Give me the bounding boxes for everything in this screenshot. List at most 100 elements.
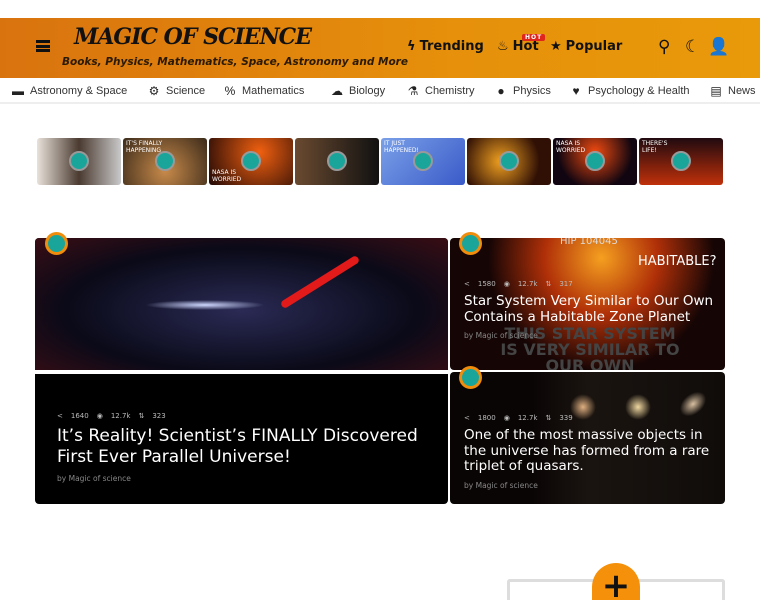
divider bbox=[35, 370, 448, 374]
category-label: Biology bbox=[349, 85, 386, 97]
votes-icon: ⇅ bbox=[545, 280, 552, 288]
avatar[interactable] bbox=[459, 366, 482, 389]
plus-icon[interactable]: + bbox=[592, 563, 640, 606]
post-card[interactable]: <1800 ◉ 12.7k ⇅ 339 One of the most massive … bbox=[450, 372, 725, 504]
gear-icon: ⚙ bbox=[148, 84, 160, 98]
nav-label: Hot bbox=[512, 39, 539, 54]
story-thumbnail[interactable] bbox=[295, 138, 379, 185]
category-astronomy[interactable]: ▬ Astronomy & Space bbox=[11, 84, 127, 98]
post-meta: <1800 ◉ 12.7k ⇅ 339 bbox=[464, 414, 719, 422]
logo-emblem-icon bbox=[499, 151, 519, 171]
post-content: <1580 ◉ 12.7k ⇅ 317 Star System Very Similar… bbox=[464, 280, 719, 340]
post-title[interactable]: Star System Very Similar to Our Own Cont… bbox=[464, 293, 719, 325]
nav-label: Popular bbox=[565, 39, 623, 54]
flame-icon: ♨ bbox=[497, 39, 509, 54]
category-mathematics[interactable]: % Mathematics bbox=[223, 84, 305, 98]
logo-emblem-icon bbox=[69, 151, 89, 171]
menu-icon[interactable] bbox=[36, 40, 50, 52]
category-label: Mathematics bbox=[242, 85, 305, 97]
by-label: by bbox=[57, 474, 67, 483]
view-count: 12.7k bbox=[110, 412, 131, 420]
story-thumbnail[interactable]: IT'S FINALLY HAPPENING bbox=[123, 138, 207, 185]
nav-label: Trending bbox=[419, 39, 484, 54]
flask-icon: ⚗ bbox=[407, 84, 419, 98]
view-count: 12.7k bbox=[517, 414, 538, 422]
share-icon: < bbox=[57, 412, 63, 420]
hot-badge: HOT bbox=[522, 34, 546, 41]
category-biology[interactable]: ☁ Biology bbox=[330, 84, 385, 98]
site-logo[interactable]: MAGIC OF SCIENCE bbox=[74, 24, 312, 50]
category-label: Science bbox=[166, 85, 206, 97]
post-author[interactable]: by Magic of science bbox=[464, 481, 719, 490]
image-text: HIP 104045 bbox=[560, 238, 618, 247]
category-psychology[interactable]: ♥ Psychology & Health bbox=[569, 84, 690, 98]
nav-hot[interactable]: ♨ Hot HOT bbox=[497, 34, 546, 54]
eye-icon: ◉ bbox=[503, 414, 510, 422]
percent-icon: % bbox=[224, 84, 236, 98]
moon-icon[interactable]: ☾ bbox=[685, 37, 700, 57]
category-label: Chemistry bbox=[425, 85, 475, 97]
category-label: Astronomy & Space bbox=[30, 85, 128, 97]
bolt-icon: ϟ bbox=[407, 39, 416, 54]
post-title[interactable]: It’s Reality! Scientist’s FINALLY Discov… bbox=[57, 426, 437, 468]
post-title[interactable]: One of the most massive objects in the u… bbox=[464, 427, 719, 475]
logo-emblem-icon bbox=[585, 151, 605, 171]
user-icon[interactable]: 👤 bbox=[708, 37, 729, 57]
newspaper-icon: ▤ bbox=[710, 84, 722, 98]
votes-icon: ⇅ bbox=[138, 412, 145, 420]
post-author[interactable]: by Magic of science bbox=[57, 474, 437, 483]
tagline: Books, Physics, Mathematics, Space, Astr… bbox=[62, 56, 408, 68]
avatar[interactable] bbox=[459, 232, 482, 255]
share-count: 1800 bbox=[477, 414, 496, 422]
nav-trending[interactable]: ϟ Trending bbox=[407, 39, 484, 54]
telescope-icon: ▬ bbox=[12, 84, 24, 98]
site-header: MAGIC OF SCIENCE Books, Physics, Mathema… bbox=[0, 18, 760, 78]
story-thumbnail[interactable]: IT JUST HAPPENED! bbox=[381, 138, 465, 185]
vote-count: 323 bbox=[152, 412, 166, 420]
post-meta: <1580 ◉ 12.7k ⇅ 317 bbox=[464, 280, 719, 288]
vote-count: 317 bbox=[559, 280, 573, 288]
light-cluster bbox=[145, 300, 265, 310]
story-thumbnail[interactable] bbox=[37, 138, 121, 185]
thumbnail-caption: IT JUST HAPPENED! bbox=[384, 140, 419, 154]
story-thumbnails: IT'S FINALLY HAPPENING NASA IS WORRIED IT … bbox=[37, 138, 723, 185]
story-thumbnail[interactable] bbox=[467, 138, 551, 185]
cloud-sun-icon: ☁ bbox=[331, 84, 343, 98]
thumbnail-caption: NASA IS WORRIED bbox=[212, 169, 242, 183]
category-science[interactable]: ⚙ Science bbox=[147, 84, 206, 98]
thumbnail-caption: THERE'S LIFE! bbox=[642, 140, 668, 154]
share-icon: < bbox=[464, 280, 470, 288]
post-image bbox=[35, 238, 448, 370]
post-card[interactable]: HIP 104045 HABITABLE? THIS STAR SYSTEM I… bbox=[450, 238, 725, 370]
category-label: Psychology & Health bbox=[588, 85, 690, 97]
story-thumbnail[interactable]: NASA IS WORRIED bbox=[553, 138, 637, 185]
thumbnail-caption: NASA IS WORRIED bbox=[556, 140, 586, 154]
view-count: 12.7k bbox=[517, 280, 538, 288]
by-label: by bbox=[464, 331, 474, 340]
post-author[interactable]: by Magic of science bbox=[464, 331, 719, 340]
star-icon: ★ bbox=[550, 39, 562, 54]
lightbulb-icon: ● bbox=[497, 84, 505, 98]
avatar[interactable] bbox=[45, 232, 68, 255]
share-count: 1580 bbox=[477, 280, 496, 288]
share-count: 1640 bbox=[70, 412, 89, 420]
category-physics[interactable]: ● Physics bbox=[494, 84, 551, 98]
eye-icon: ◉ bbox=[96, 412, 103, 420]
logo-emblem-icon bbox=[155, 151, 175, 171]
logo-emblem-icon bbox=[671, 151, 691, 171]
post-meta: <1640 ◉ 12.7k ⇅ 323 bbox=[57, 412, 437, 420]
story-thumbnail[interactable]: NASA IS WORRIED bbox=[209, 138, 293, 185]
author-name: Magic of science bbox=[475, 480, 538, 490]
category-chemistry[interactable]: ⚗ Chemistry bbox=[406, 84, 475, 98]
share-icon: < bbox=[464, 414, 470, 422]
category-label: Physics bbox=[513, 85, 551, 97]
post-card[interactable]: <1640 ◉ 12.7k ⇅ 323 It’s Reality! Scientist’… bbox=[35, 238, 448, 504]
nav-popular[interactable]: ★ Popular bbox=[550, 39, 622, 54]
story-thumbnail[interactable]: THERE'S LIFE! bbox=[639, 138, 723, 185]
category-news[interactable]: ▤ News bbox=[709, 84, 755, 98]
thumbnail-caption: IT'S FINALLY HAPPENING bbox=[126, 140, 163, 154]
by-label: by bbox=[464, 480, 474, 490]
search-icon[interactable]: ⚲ bbox=[658, 37, 670, 57]
post-content: <1800 ◉ 12.7k ⇅ 339 One of the most massive … bbox=[464, 414, 719, 490]
author-name: Magic of science bbox=[475, 331, 538, 340]
